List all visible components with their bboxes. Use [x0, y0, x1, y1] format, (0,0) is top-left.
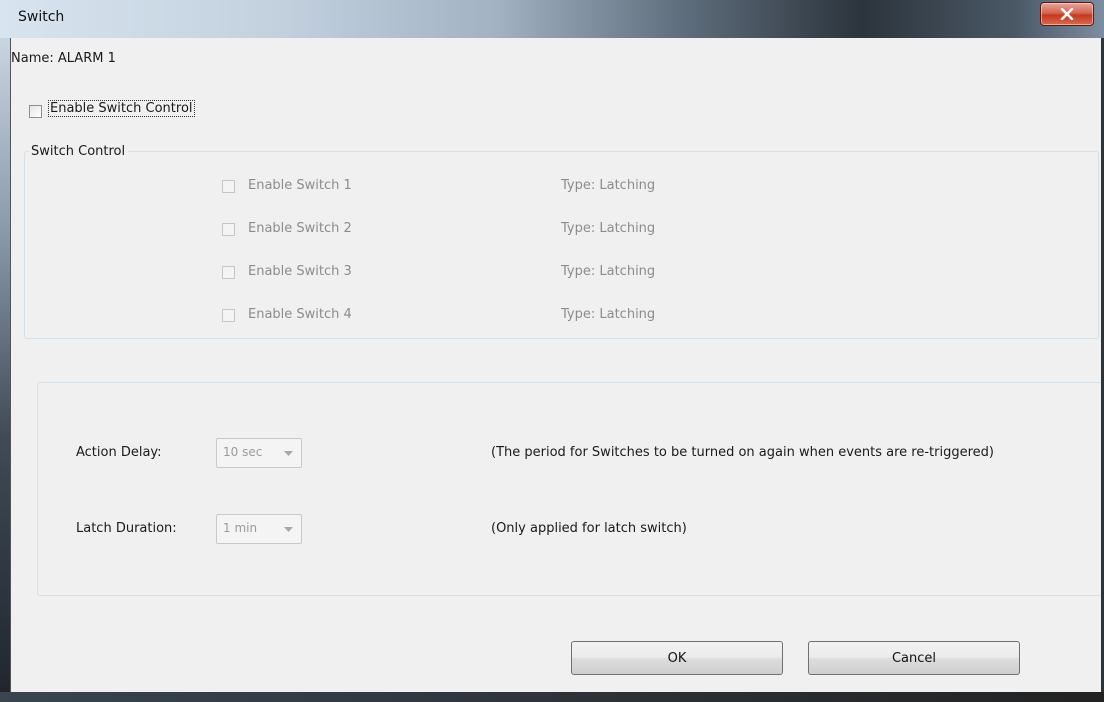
switch-control-group-title: Switch Control: [29, 144, 129, 159]
window-frame-bottom: [0, 692, 1104, 702]
close-icon: [1060, 8, 1074, 20]
chevron-down-icon: [284, 527, 293, 532]
latch-duration-hint: (Only applied for latch switch): [491, 521, 687, 536]
close-button[interactable]: [1040, 2, 1094, 26]
switch-4-type: Type: Latching: [561, 307, 656, 322]
cancel-button[interactable]: Cancel: [808, 641, 1020, 675]
dialog-body: Name: ALARM 1 Enable Switch Control Swit…: [10, 38, 1101, 692]
enable-switch-2-checkbox[interactable]: [222, 223, 235, 236]
window-frame-left: [0, 38, 10, 702]
enable-switch-control-label[interactable]: Enable Switch Control: [48, 100, 195, 117]
enable-switch-1-label: Enable Switch 1: [248, 178, 352, 193]
action-delay-select[interactable]: 10 sec: [216, 438, 302, 468]
chevron-down-icon: [284, 451, 293, 456]
latch-duration-label: Latch Duration:: [76, 521, 177, 536]
action-delay-label: Action Delay:: [76, 445, 162, 460]
ok-button[interactable]: OK: [571, 641, 783, 675]
enable-switch-3-checkbox[interactable]: [222, 266, 235, 279]
enable-switch-4-checkbox[interactable]: [222, 309, 235, 322]
latch-duration-select[interactable]: 1 min: [216, 514, 302, 544]
action-delay-value: 10 sec: [223, 445, 263, 459]
enable-switch-2-label: Enable Switch 2: [248, 221, 352, 236]
window-title: Switch: [18, 9, 65, 25]
switch-1-type: Type: Latching: [561, 178, 656, 193]
device-name-label: Name: ALARM 1: [11, 51, 116, 66]
enable-switch-control-checkbox[interactable]: [29, 105, 42, 118]
switch-2-type: Type: Latching: [561, 221, 656, 236]
switch-3-type: Type: Latching: [561, 264, 656, 279]
switch-dialog: Switch Name: ALARM 1 Enable Switch Contr…: [0, 0, 1104, 702]
enable-switch-4-label: Enable Switch 4: [248, 307, 352, 322]
action-delay-hint: (The period for Switches to be turned on…: [491, 445, 994, 460]
title-bar[interactable]: Switch: [0, 0, 1104, 38]
latch-duration-value: 1 min: [223, 521, 258, 535]
delay-settings-panel: [37, 382, 1101, 596]
enable-switch-3-label: Enable Switch 3: [248, 264, 352, 279]
enable-switch-1-checkbox[interactable]: [222, 180, 235, 193]
